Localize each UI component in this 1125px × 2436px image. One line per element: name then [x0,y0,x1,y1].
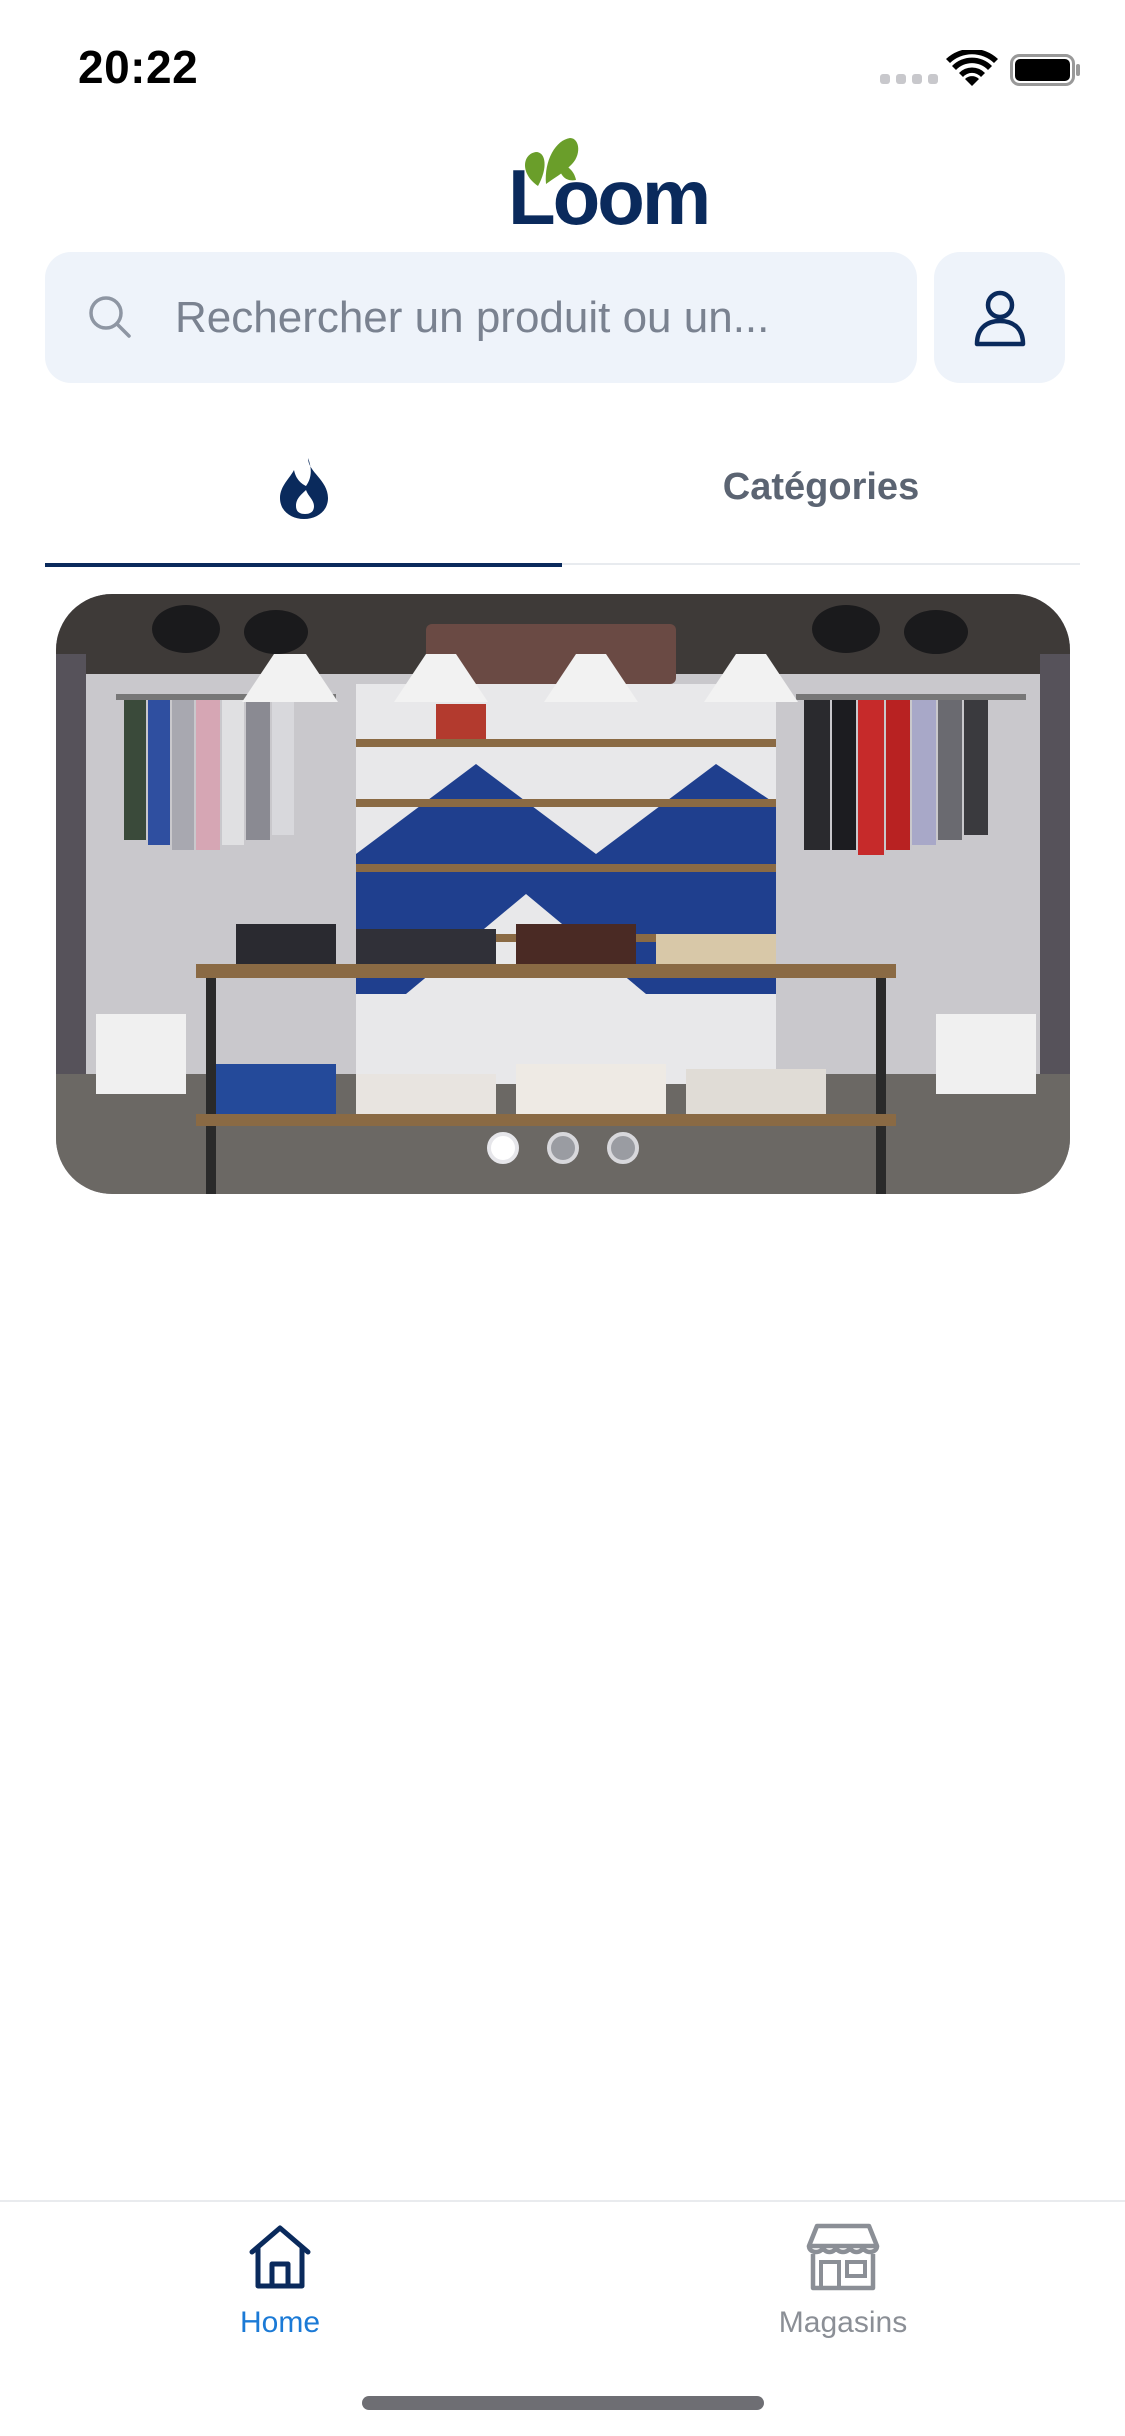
app-logo: Loom [508,130,711,236]
carousel-dot-2[interactable] [547,1132,579,1164]
store-icon [806,2223,880,2291]
home-indicator [362,2396,764,2410]
carousel-pagination [56,1132,1070,1164]
battery-icon [1010,54,1080,86]
status-time: 20:22 [78,41,199,93]
flame-icon [279,457,328,519]
search-icon [89,296,131,338]
user-icon [974,290,1025,346]
promo-carousel[interactable] [56,594,1070,1194]
wifi-icon [946,50,998,86]
tab-categories-label: Catégories [722,466,920,508]
nav-home[interactable]: Home [130,2222,430,2340]
carousel-dot-1[interactable] [487,1132,519,1164]
tab-bar: Catégories [45,410,1080,567]
tab-categories[interactable]: Catégories [562,410,1080,565]
tab-trending[interactable] [45,410,562,567]
nav-home-label: Home [239,2306,321,2339]
search-bar[interactable] [45,252,917,383]
nav-stores-label: Magasins [778,2306,908,2339]
nav-stores[interactable]: Magasins [693,2222,993,2340]
carousel-dot-3[interactable] [607,1132,639,1164]
tab-active-indicator [45,563,562,567]
logo-text: Loom [508,153,711,241]
home-screen: 20:22 Loom Rechercher un produit ou un..… [0,0,1125,2436]
home-icon [249,2225,311,2289]
profile-button[interactable] [934,252,1065,383]
carousel-slide-image [56,594,1070,1194]
signal-icon [880,74,938,84]
status-bar: 20:22 [0,0,1125,140]
search-input[interactable] [175,252,895,383]
